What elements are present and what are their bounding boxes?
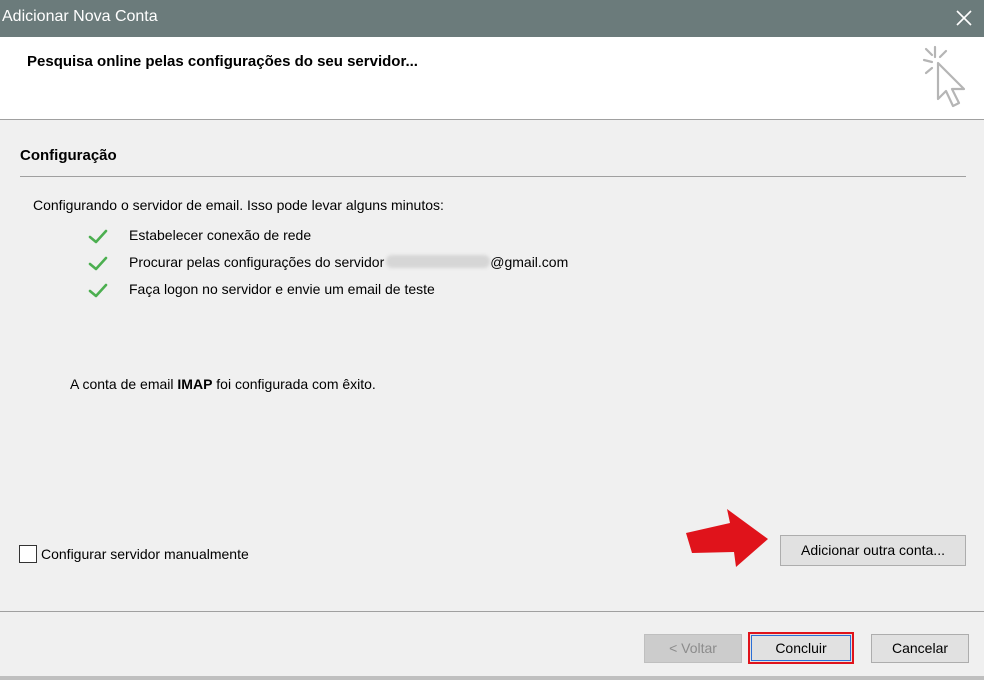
manual-config-label: Configurar servidor manualmente	[41, 546, 249, 562]
step-label: Procurar pelas configurações do servidor…	[129, 254, 568, 270]
finish-button[interactable]: Concluir	[748, 632, 854, 664]
success-message: A conta de email IMAP foi configurada co…	[70, 376, 376, 392]
step-label: Estabelecer conexão de rede	[129, 227, 312, 243]
cancel-button[interactable]: Cancelar	[871, 634, 969, 663]
checkmark-icon	[88, 283, 108, 298]
wizard-header: Pesquisa online pelas configurações do s…	[0, 37, 984, 120]
clicking-cursor-icon	[922, 45, 966, 108]
window-title: Adicionar Nova Conta	[2, 8, 158, 25]
checkmark-icon	[88, 256, 108, 271]
protocol-label: IMAP	[177, 376, 213, 392]
step-label-prefix: Procurar pelas configurações do servidor	[129, 254, 385, 270]
success-suffix: foi configurada com êxito.	[212, 376, 376, 392]
red-arrow-icon	[686, 509, 768, 567]
wizard-heading: Pesquisa online pelas configurações do s…	[27, 53, 418, 70]
finish-button-label: Concluir	[750, 634, 852, 662]
checkmark-icon	[88, 229, 108, 244]
redacted-email-user	[386, 255, 491, 268]
checkbox-box[interactable]	[19, 545, 37, 563]
section-divider	[20, 176, 966, 177]
success-prefix: A conta de email	[70, 376, 178, 392]
title-bar: Adicionar Nova Conta	[0, 0, 984, 37]
back-button[interactable]: < Voltar	[644, 634, 742, 663]
footer-divider	[0, 611, 984, 612]
add-another-account-button[interactable]: Adicionar outra conta...	[780, 535, 966, 566]
step-label-suffix: @gmail.com	[490, 254, 569, 270]
close-icon[interactable]	[952, 6, 976, 30]
section-title: Configuração	[20, 147, 117, 164]
step-label: Faça logon no servidor e envie um email …	[129, 281, 435, 297]
progress-intro: Configurando o servidor de email. Isso p…	[33, 197, 444, 213]
window-bottom-edge	[0, 676, 984, 680]
